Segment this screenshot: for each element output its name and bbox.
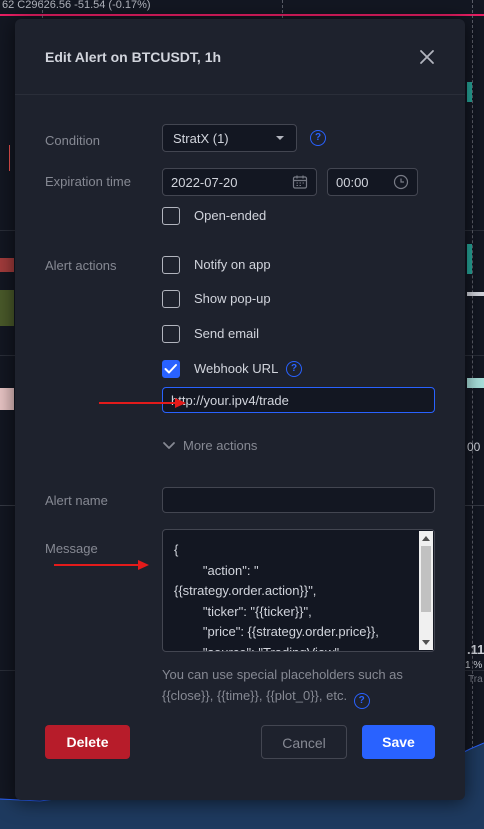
webhook-url-label[interactable]: Webhook URL	[194, 361, 278, 376]
candle	[467, 82, 472, 102]
alert-actions-label: Alert actions	[45, 258, 117, 273]
delete-button[interactable]: Delete	[45, 725, 130, 759]
dialog-header: Edit Alert on BTCUSDT, 1h	[15, 19, 465, 95]
open-ended-label[interactable]: Open-ended	[194, 208, 266, 223]
condition-help-icon[interactable]: ?	[310, 130, 326, 146]
show-popup-checkbox[interactable]	[162, 290, 180, 308]
candle	[467, 378, 484, 388]
price-label: 00	[467, 440, 481, 454]
close-icon	[420, 50, 434, 64]
chart-label: Tra	[468, 674, 483, 685]
webhook-help-icon[interactable]: ?	[286, 361, 302, 377]
chevron-down-icon	[163, 442, 175, 449]
expiration-time-input[interactable]: 00:00	[327, 168, 418, 196]
chart-top-border	[0, 14, 484, 16]
candle	[467, 244, 472, 274]
checkmark-icon	[164, 364, 177, 374]
webhook-url-input[interactable]	[162, 387, 435, 413]
alert-name-input[interactable]	[162, 487, 435, 513]
candle	[0, 290, 14, 326]
more-actions-label: More actions	[183, 438, 258, 453]
expiration-date-input[interactable]: 2022-07-20	[162, 168, 317, 196]
close-button[interactable]	[417, 47, 437, 67]
webhook-url-checkbox[interactable]	[162, 360, 180, 378]
candle	[467, 292, 484, 296]
clock-icon[interactable]	[393, 174, 409, 190]
notify-app-label[interactable]: Notify on app	[194, 257, 271, 272]
candle	[0, 388, 14, 410]
message-scrollbar[interactable]	[419, 531, 433, 650]
candle	[0, 258, 14, 272]
condition-select[interactable]: StratX (1)	[162, 124, 297, 152]
placeholder-hint: You can use special placeholders such as…	[162, 664, 442, 709]
percent-label: 1 %	[465, 660, 483, 671]
send-email-label[interactable]: Send email	[194, 326, 259, 341]
calendar-icon[interactable]	[292, 174, 308, 190]
scroll-down-icon[interactable]	[422, 640, 430, 645]
annotation-arrow-icon	[99, 398, 186, 408]
expiration-time-value: 00:00	[336, 175, 369, 190]
message-label: Message	[45, 541, 98, 556]
dialog-title: Edit Alert on BTCUSDT, 1h	[45, 49, 222, 65]
condition-value: StratX (1)	[173, 131, 229, 146]
message-textarea[interactable]: { "action": " {{strategy.order.action}}"…	[162, 529, 435, 652]
message-text[interactable]: { "action": " {{strategy.order.action}}"…	[174, 540, 419, 651]
condition-label: Condition	[45, 133, 100, 148]
expiration-date-value: 2022-07-20	[171, 175, 238, 190]
save-button[interactable]: Save	[362, 725, 435, 759]
scroll-thumb[interactable]	[421, 546, 431, 612]
chevron-down-icon	[276, 136, 284, 140]
grid-vline	[472, 0, 473, 829]
annotation-arrow-icon	[54, 560, 149, 570]
scroll-up-icon[interactable]	[422, 536, 430, 541]
cancel-button[interactable]: Cancel	[261, 725, 347, 759]
alert-name-label: Alert name	[45, 493, 108, 508]
send-email-checkbox[interactable]	[162, 325, 180, 343]
open-ended-checkbox[interactable]	[162, 207, 180, 225]
placeholder-help-icon[interactable]: ?	[353, 693, 370, 709]
edit-alert-dialog: Edit Alert on BTCUSDT, 1h Condition Stra…	[15, 19, 465, 800]
notify-app-checkbox[interactable]	[162, 256, 180, 274]
price-label: .11	[467, 642, 484, 657]
show-popup-label[interactable]: Show pop-up	[194, 291, 271, 306]
expiration-label: Expiration time	[45, 174, 131, 189]
